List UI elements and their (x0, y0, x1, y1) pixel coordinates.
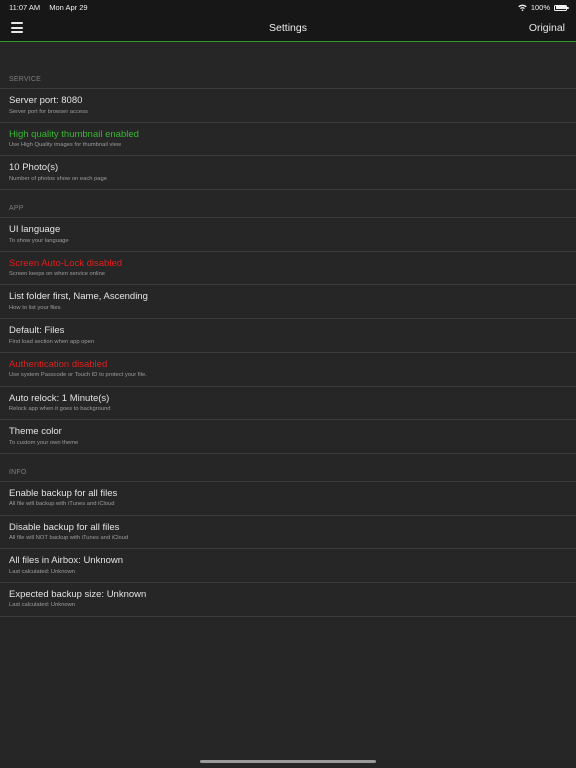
settings-list: SERVICE Server port: 8080 Server port for… (0, 42, 576, 617)
section-header-info: INFO (9, 468, 27, 476)
row-title: Default: Files (9, 325, 65, 337)
server-port-row[interactable]: Server port: 8080 Server port for browser… (0, 88, 576, 122)
row-subtitle: Use system Passcode or Touch ID to prote… (9, 372, 147, 379)
battery-percent: 100% (530, 3, 550, 12)
row-subtitle: Last calculated: Unknown (9, 602, 76, 609)
ui-language-row[interactable]: UI language To show your language (0, 217, 576, 251)
home-indicator[interactable] (200, 760, 376, 763)
row-title: UI language (9, 224, 61, 236)
nav-bar: Settings Original (0, 14, 576, 42)
row-subtitle: Last calculated: Unknown (9, 568, 76, 575)
row-title: Auto relock: 1 Minute(s) (9, 392, 110, 404)
enable-backup-row[interactable]: Enable backup for all files All file will… (0, 480, 576, 515)
row-subtitle: Number of photos show on each page (9, 175, 107, 182)
row-title: High quality thumbnail enabled (9, 128, 139, 140)
row-subtitle: All file will NOT backup with iTunes and… (9, 535, 129, 542)
auto-relock-row[interactable]: Auto relock: 1 Minute(s) Relock app when … (0, 385, 576, 420)
row-title: Theme color (9, 426, 62, 438)
row-subtitle: All file will backup with iTunes and iCl… (9, 501, 115, 508)
battery-icon (554, 4, 569, 11)
status-bar: 11:07 AM Mon Apr 29 100% (0, 0, 576, 14)
disable-backup-row[interactable]: Disable backup for all files All file wil… (0, 514, 576, 549)
expected-backup-size-row[interactable]: Expected backup size: Unknown Last calcul… (0, 581, 576, 616)
wifi-icon (518, 4, 527, 11)
row-title: Enable backup for all files (9, 487, 118, 499)
status-time: 11:07 AM (9, 3, 41, 12)
original-button[interactable]: Original (529, 22, 565, 34)
list-order-row[interactable]: List folder first, Name, Ascending How to… (0, 284, 576, 318)
section-header-app: APP (9, 205, 24, 213)
photos-per-page-row[interactable]: 10 Photo(s) Number of photos show on each… (0, 155, 576, 189)
row-subtitle: Server port for browser access (9, 108, 88, 115)
screen-auto-lock-row[interactable]: Screen Auto-Lock disabled Screen keeps on… (0, 250, 576, 285)
row-title: 10 Photo(s) (9, 162, 59, 174)
row-title: List folder first, Name, Ascending (9, 291, 148, 303)
section-header-service: SERVICE (9, 76, 42, 83)
row-subtitle: To custom your own theme (9, 439, 79, 446)
status-date: Mon Apr 29 (49, 3, 88, 12)
row-title: All files in Airbox: Unknown (9, 555, 124, 567)
page-title: Settings (269, 22, 307, 34)
row-subtitle: First load section when app open (9, 338, 95, 345)
all-files-size-row[interactable]: All files in Airbox: Unknown Last calcula… (0, 548, 576, 582)
default-section-row[interactable]: Default: Files First load section when ap… (0, 318, 576, 352)
authentication-row[interactable]: Authentication disabled Use system Passco… (0, 351, 576, 386)
thumbnail-quality-row[interactable]: High quality thumbnail enabled Use High Q… (0, 121, 576, 156)
row-title: Authentication disabled (9, 358, 108, 370)
row-subtitle: Relock app when it goes to background (9, 406, 111, 412)
row-title: Disable backup for all files (9, 521, 120, 533)
row-subtitle: To show your language (9, 237, 69, 244)
theme-color-row[interactable]: Theme color To custom your own theme (0, 419, 576, 453)
row-subtitle: How to list your files (9, 304, 61, 311)
row-title: Screen Auto-Lock disabled (9, 257, 123, 269)
row-title: Expected backup size: Unknown (9, 588, 147, 600)
row-title: Server port: 8080 (9, 95, 83, 106)
row-subtitle: Use High Quality images for thumbnail vi… (9, 142, 122, 149)
row-subtitle: Screen keeps on when service online (9, 271, 106, 278)
